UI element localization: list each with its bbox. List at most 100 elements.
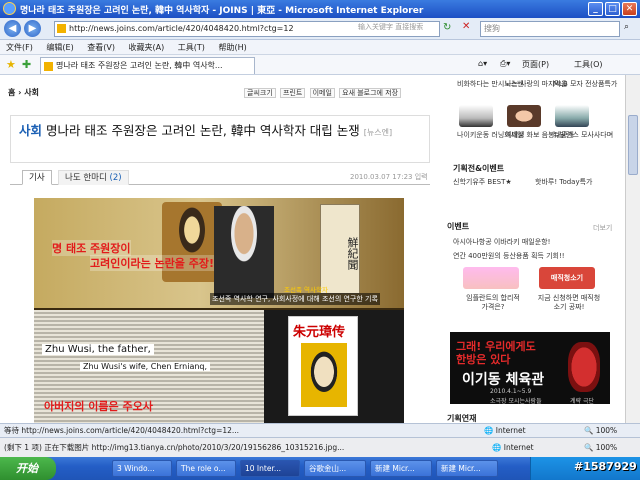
model-thumb[interactable] [507, 105, 541, 127]
taskbar-item-2[interactable]: The role o... [176, 460, 236, 477]
section-label[interactable]: 사회 [19, 123, 42, 138]
address-bar: ◀ ▶ http://news.joins.com/article/420/40… [0, 18, 640, 40]
tab-article[interactable]: 기사 [22, 170, 52, 185]
forward-button[interactable]: ▶ [24, 20, 41, 37]
bottom-section-title: 기획연재 [447, 414, 477, 423]
scroll-text: 鮮紀聞 [320, 204, 360, 294]
event-title: 이벤트 [447, 222, 470, 231]
highlight-text-2: Zhu Wusi's wife, Chen Ernianq, [80, 362, 211, 371]
taskbar-item-1[interactable]: 3 Windo... [112, 460, 172, 477]
stop-icon[interactable]: ✕ [462, 21, 470, 32]
minimize-button[interactable]: _ [588, 2, 603, 16]
article-headline-box: 사회 명나라 태조 주원장은 고려인 논란, 韓中 역사학자 대립 논쟁 [뉴스… [10, 115, 430, 163]
sidebar-top-item-3[interactable]: MLB 모자 전상품특가 [553, 79, 617, 89]
tab-opinion-label: 나도 한마디 [65, 173, 107, 183]
zoom-level: 100% [595, 426, 618, 435]
article-photo: 鮮紀聞 명 태조 주원장이 고려인이라는 논란을 주장! 조선족 역사학자 조선… [34, 198, 404, 423]
opinion-count: (2) [109, 173, 122, 183]
home-icon[interactable]: ⌂▾ [478, 59, 487, 68]
sidebar-section-item-1[interactable]: 신학기유주 BEST★ [453, 177, 512, 187]
status-text: 等待 http://news.joins.com/article/420/404… [4, 426, 240, 435]
taskbar-item-4[interactable]: 谷歌金山... [304, 460, 366, 477]
event-item-2[interactable]: 연간 400만원의 등산용품 획득 기회!! [453, 251, 565, 261]
red-caption-2: 고려인이라는 논란을 주장! [90, 255, 214, 271]
ie-logo-icon [3, 2, 16, 15]
event-more-link[interactable]: 더보기 [593, 223, 612, 233]
refresh-icon[interactable]: ↻ [443, 22, 451, 33]
favorites-star-icon[interactable]: ★ [6, 58, 16, 71]
ad-date: 2010.4.1~5.9 [490, 388, 532, 395]
page-menu[interactable]: 页面(P) [522, 59, 549, 70]
book-portrait [301, 343, 347, 407]
font-size-button[interactable]: 글씨크기 [244, 88, 276, 98]
search-input[interactable]: 搜狗 [480, 21, 620, 37]
maximize-button[interactable]: □ [605, 2, 620, 16]
red-caption-1: 명 태조 주원장이 [52, 240, 131, 256]
sidebar-section-item-2[interactable]: 핫바루! Today특가 [535, 177, 592, 187]
menu-bar: 文件(F) 编辑(E) 查看(V) 收藏夹(A) 工具(T) 帮助(H) [0, 40, 640, 55]
book-cover: 朱元璋传 [288, 316, 358, 416]
article-tools: 글씨크기 프린트 이메일 요새 블로그에 저장 [244, 88, 403, 98]
taskbar-item-3[interactable]: 10 Inter... [240, 460, 300, 477]
watermark: #1587929 [574, 460, 637, 473]
print-button[interactable]: 프린트 [280, 88, 306, 98]
ad-title: 이기동 체육관 [462, 372, 545, 388]
back-button[interactable]: ◀ [4, 20, 21, 37]
event-item-1[interactable]: 아시아나항공 이바라키 매일운항! [453, 237, 550, 247]
security-zone-label-secondary: Internet [503, 443, 534, 452]
menu-favorites[interactable]: 收藏夹(A) [123, 40, 170, 53]
menu-tools[interactable]: 工具(T) [172, 40, 210, 53]
security-zone-label: Internet [495, 426, 526, 435]
taskbar-item-6[interactable]: 新建 Micr... [436, 460, 498, 477]
status-bar-secondary: (剩下 1 项) 正在下载图片 http://img13.tianya.cn/p… [0, 437, 640, 457]
menu-help[interactable]: 帮助(H) [212, 40, 251, 53]
zoom-level-secondary: 100% [595, 443, 618, 452]
tools-menu[interactable]: 工具(O) [574, 59, 603, 70]
boxing-glove-image [568, 342, 600, 392]
zoom-control-secondary[interactable]: 🔍 100% [584, 438, 617, 457]
menu-file[interactable]: 文件(F) [0, 40, 38, 53]
search-go-icon[interactable]: ⌕ [624, 22, 629, 32]
theater-ad[interactable]: 그래! 우리에게도 한방은 있다 이기동 체육관 2010.4.1~5.9 소극장… [450, 332, 610, 405]
title-bar: 명나라 태조 주원장은 고려인 논란, 韓中 역사학자 - JOINS | 東亞… [0, 0, 640, 18]
close-button[interactable]: ✕ [622, 2, 637, 16]
ad-line-1-b: 한방은 있다 [456, 353, 511, 366]
taskbar-item-5[interactable]: 新建 Micr... [370, 460, 432, 477]
red-caption-3: 아버지의 이름은 주오사 [44, 400, 153, 413]
tab-favicon-icon [44, 62, 53, 71]
shoe-thumb-1[interactable] [459, 105, 493, 127]
print-icon[interactable]: ⎙▾ [500, 59, 510, 69]
menu-edit[interactable]: 编辑(E) [40, 40, 78, 53]
book-title: 朱元璋传 [293, 325, 346, 340]
url-text: http://news.joins.com/article/420/404842… [69, 24, 294, 33]
security-zone: 🌐 Internet [484, 426, 526, 435]
article-date: 2010.03.07 17:23 입력 [350, 173, 428, 181]
vertical-scrollbar[interactable] [625, 75, 640, 423]
breadcrumb: 홈 › 사회 [8, 88, 39, 97]
sidebar-mid-item-3[interactable]: 뉴발란스 모사사다며 [553, 130, 613, 140]
ad-sub: 소극장 모시는사람들 [490, 398, 542, 405]
add-favorite-icon[interactable]: ✚ [22, 58, 31, 71]
taskbar: 开始 3 Windo... The role o... 10 Inter... … [0, 457, 640, 480]
implant-thumb[interactable] [463, 267, 519, 289]
search-hint: 输入关键字 直接搜索 [358, 23, 424, 31]
tab-opinion[interactable]: 나도 한마디 (2) [58, 170, 129, 185]
scrollbar-thumb[interactable] [628, 115, 638, 175]
status-bar: 等待 http://news.joins.com/article/420/404… [0, 423, 640, 437]
zoom-control[interactable]: 🔍 100% [584, 424, 617, 437]
security-zone-secondary: 🌐 Internet [492, 443, 534, 452]
start-button[interactable]: 开始 [0, 457, 56, 480]
tab-active[interactable]: 명나라 태조 주원장은 고려인 논란, 韓中 역사학... [40, 57, 255, 74]
article-tabs: 기사 나도 한마디 (2) 2010.03.07 17:23 입력 [10, 167, 430, 185]
menu-view[interactable]: 查看(V) [81, 40, 120, 53]
event-caption-1[interactable]: 임플란트의 합리적 가격은? [463, 294, 523, 312]
ad-line-1-a: 그래! 우리에게도 [456, 340, 536, 353]
shoe-thumb-2[interactable] [555, 105, 589, 127]
cleaner-thumb[interactable]: 매직청소기 [539, 267, 595, 289]
event-caption-2[interactable]: 지금 신청하면 매직청소기 공짜! [537, 294, 601, 312]
email-button[interactable]: 이메일 [309, 88, 335, 98]
tab-bar: ★ ✚ 명나라 태조 주원장은 고려인 논란, 韓中 역사학... ⌂▾ ⎙▾ … [0, 55, 640, 75]
highlight-text-1: Zhu Wusi, the father, [42, 344, 154, 355]
blog-save-button[interactable]: 요새 블로그에 저장 [339, 88, 402, 98]
tab-label: 명나라 태조 주원장은 고려인 논란, 韓中 역사학... [56, 61, 223, 70]
